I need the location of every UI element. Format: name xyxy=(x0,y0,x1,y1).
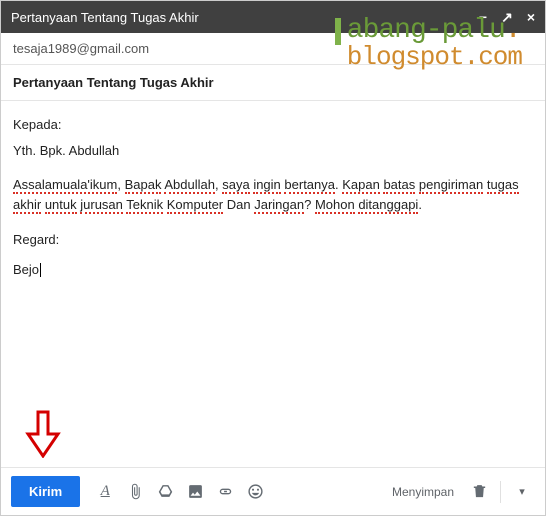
compose-window: Pertanyaan Tentang Tugas Akhir − ↗ × tes… xyxy=(0,0,546,516)
subject-value: Pertanyaan Tentang Tugas Akhir xyxy=(13,75,214,90)
window-controls: − ↗ × xyxy=(479,10,535,24)
word: ditanggapi xyxy=(358,197,418,214)
close-icon[interactable]: × xyxy=(527,10,535,24)
format-icon[interactable]: A xyxy=(92,479,118,505)
emoji-icon[interactable] xyxy=(242,479,268,505)
attach-icon[interactable] xyxy=(122,479,148,505)
from-value: tesaja1989@gmail.com xyxy=(13,41,149,56)
body-paragraph: Assalamuala'ikum, Bapak Abdullah, saya i… xyxy=(13,175,533,215)
greeting-label: Kepada: xyxy=(13,115,533,135)
word: Jaringan xyxy=(254,197,304,214)
drive-icon[interactable] xyxy=(152,479,178,505)
word: bertanya xyxy=(284,177,335,194)
text: ? xyxy=(304,197,315,212)
more-options-icon[interactable]: ▾ xyxy=(509,479,535,505)
divider xyxy=(500,481,501,503)
word: akhir xyxy=(13,197,41,214)
trash-icon[interactable] xyxy=(466,479,492,505)
compose-toolbar: Kirim A Menyimpan ▾ xyxy=(1,467,545,515)
word: pengiriman xyxy=(419,177,483,194)
regard-label: Regard: xyxy=(13,230,533,250)
text: . xyxy=(418,197,422,212)
word: Assalamuala'ikum xyxy=(13,177,117,194)
word: saya xyxy=(222,177,249,194)
from-field[interactable]: tesaja1989@gmail.com xyxy=(1,33,545,65)
window-title: Pertanyaan Tentang Tugas Akhir xyxy=(11,10,199,25)
word: ingin xyxy=(253,177,280,194)
word: Bapak xyxy=(125,177,162,194)
word: Komputer xyxy=(167,197,223,214)
word: batas xyxy=(383,177,415,194)
image-icon[interactable] xyxy=(182,479,208,505)
link-icon[interactable] xyxy=(212,479,238,505)
text: , xyxy=(117,177,124,192)
greeting-name: Yth. Bpk. Abdullah xyxy=(13,141,533,161)
text: Dan xyxy=(223,197,254,212)
word: Abdullah xyxy=(164,177,215,194)
send-button[interactable]: Kirim xyxy=(11,476,80,507)
word: Teknik xyxy=(126,197,163,214)
subject-field[interactable]: Pertanyaan Tentang Tugas Akhir xyxy=(1,65,545,101)
word: Kapan xyxy=(342,177,380,194)
minimize-icon[interactable]: − xyxy=(479,10,487,24)
saving-label: Menyimpan xyxy=(392,485,454,499)
message-body[interactable]: Kepada: Yth. Bpk. Abdullah Assalamuala'i… xyxy=(1,101,545,467)
expand-icon[interactable]: ↗ xyxy=(501,10,513,24)
signature: Bejo xyxy=(13,260,533,280)
word: Mohon xyxy=(315,197,355,214)
word: jurusan xyxy=(80,197,123,214)
word: tugas xyxy=(487,177,519,194)
titlebar: Pertanyaan Tentang Tugas Akhir − ↗ × xyxy=(1,1,545,33)
word: untuk xyxy=(45,197,77,214)
